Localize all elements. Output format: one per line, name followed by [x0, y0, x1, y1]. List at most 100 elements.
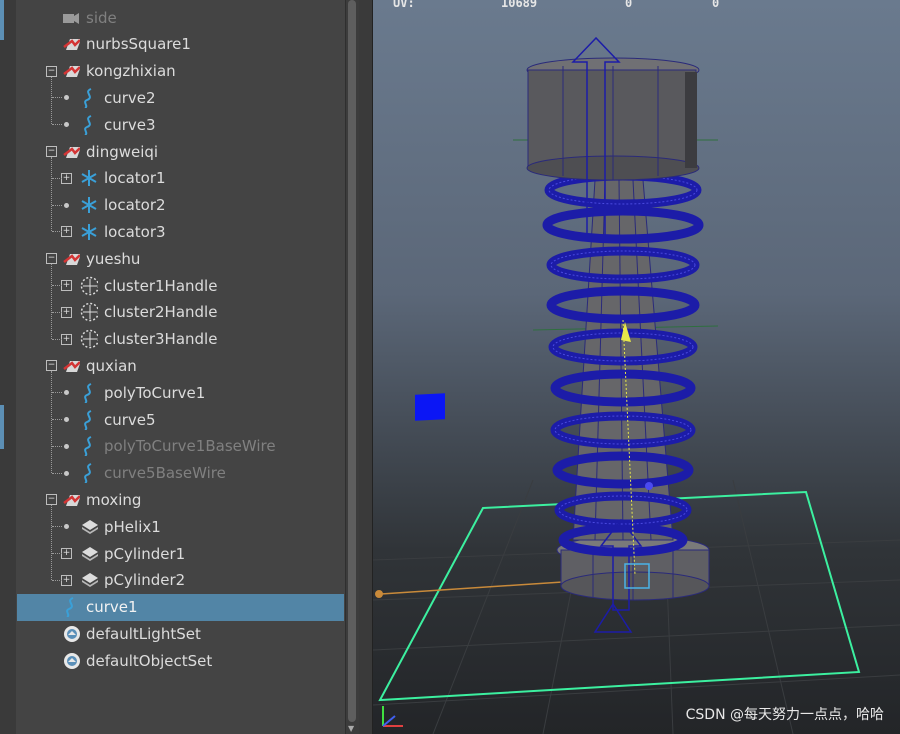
- outliner-item-pcylinder2[interactable]: pCylinder2: [80, 567, 185, 594]
- outliner-item-cluster3handle[interactable]: cluster3Handle: [80, 326, 217, 353]
- outliner-item-curve2[interactable]: curve2: [80, 84, 156, 111]
- set-icon: [62, 625, 80, 643]
- group-transform-icon: [62, 491, 80, 509]
- collapse-toggle-icon[interactable]: −: [46, 360, 57, 372]
- set-icon: [62, 652, 80, 670]
- outliner-item-label: dingweiqi: [86, 142, 159, 161]
- tree-connector: [52, 472, 62, 474]
- outliner-item-nurbssquare1[interactable]: nurbsSquare1: [62, 31, 191, 58]
- left-strip-marker: [0, 405, 4, 449]
- watermark-text: CSDN @每天努力一点点，哈哈: [685, 707, 884, 723]
- screw-head: [526, 57, 700, 181]
- collapse-toggle-icon[interactable]: −: [46, 253, 57, 265]
- collapse-toggle-icon[interactable]: −: [46, 494, 57, 506]
- outliner-item-label: cluster1Handle: [104, 276, 218, 295]
- cluster-handle-icon: [80, 329, 98, 349]
- tree-connector: [51, 264, 52, 339]
- outliner-item-label: curve3: [104, 115, 156, 134]
- outliner-item-phelix1[interactable]: pHelix1: [80, 513, 161, 540]
- outliner-item-label: curve5: [104, 410, 156, 429]
- outliner-item-cluster2handle[interactable]: cluster2Handle: [80, 299, 217, 326]
- outliner-item-label: cluster2Handle: [104, 303, 218, 322]
- outliner-item-yueshu[interactable]: yueshu: [62, 245, 140, 272]
- tree-connector: [52, 285, 62, 286]
- outliner-item-label: defaultObjectSet: [86, 651, 213, 670]
- scroll-down-arrow-icon[interactable]: ▼: [348, 724, 354, 733]
- expand-toggle-icon[interactable]: +: [61, 226, 72, 238]
- outliner-item-label: polyToCurve1: [104, 383, 206, 402]
- outliner-item-label: curve2: [104, 88, 156, 107]
- expand-toggle-icon[interactable]: +: [61, 280, 72, 291]
- outliner-item-curve1[interactable]: curve1: [17, 593, 344, 621]
- curve-icon: [80, 409, 98, 430]
- tree-connector: [52, 445, 62, 447]
- outliner-item-label: curve1: [86, 598, 138, 617]
- mesh-icon: [80, 518, 98, 536]
- outliner-item-label: side: [86, 8, 117, 27]
- outliner-item-curve5basewire[interactable]: curve5BaseWire: [80, 460, 226, 487]
- outliner-item-side[interactable]: side: [62, 4, 117, 31]
- outliner-item-kongzhixian[interactable]: kongzhixian: [62, 58, 176, 85]
- tree-connector: [52, 311, 62, 313]
- outliner-item-cluster1handle[interactable]: cluster1Handle: [80, 272, 217, 299]
- group-transform-icon: [62, 62, 80, 80]
- outliner-item-label: locator1: [104, 169, 166, 188]
- outliner-item-defaultobjectset[interactable]: defaultObjectSet: [62, 647, 212, 674]
- outliner-item-curve3[interactable]: curve3: [80, 111, 156, 138]
- mesh-icon: [80, 545, 98, 563]
- outliner-item-label: locator3: [104, 222, 166, 241]
- outliner-item-pcylinder1[interactable]: pCylinder1: [80, 540, 185, 567]
- outliner-left-strip: [0, 0, 16, 734]
- outliner-item-locator2[interactable]: locator2: [80, 192, 166, 219]
- tree-connector: [52, 419, 62, 420]
- outliner-item-polytocurve1[interactable]: polyToCurve1: [80, 379, 205, 406]
- outliner-item-polytocurve1basewire[interactable]: polyToCurve1BaseWire: [80, 433, 276, 460]
- expand-toggle-icon[interactable]: +: [61, 548, 72, 559]
- left-strip-marker: [0, 0, 4, 40]
- group-transform-icon: [62, 250, 80, 268]
- collapse-toggle-icon[interactable]: −: [46, 65, 57, 77]
- outliner-item-locator1[interactable]: locator1: [80, 165, 166, 192]
- tree-leaf-dot: [64, 390, 69, 396]
- curve-icon: [80, 436, 98, 457]
- tree-connector: [52, 124, 62, 126]
- outliner-item-locator3[interactable]: locator3: [80, 218, 166, 245]
- expand-toggle-icon[interactable]: +: [61, 306, 72, 318]
- outliner-item-label: curve5BaseWire: [104, 464, 226, 483]
- tree-connector: [52, 392, 62, 394]
- outliner-item-defaultlightset[interactable]: defaultLightSet: [62, 620, 201, 647]
- tree-connector: [51, 157, 52, 232]
- tree-leaf-dot: [64, 122, 69, 128]
- group-transform-icon: [62, 35, 80, 53]
- outliner-item-curve5[interactable]: curve5: [80, 406, 156, 433]
- tree-leaf-dot: [64, 524, 69, 530]
- tree-connector: [51, 371, 52, 473]
- group-transform-icon: [62, 143, 80, 161]
- collapse-toggle-icon[interactable]: −: [46, 146, 57, 157]
- tree-connector: [52, 204, 62, 206]
- group-transform-icon: [62, 357, 80, 375]
- cluster-handle-icon: [80, 303, 98, 322]
- outliner-item-label: quxian: [86, 356, 137, 375]
- mesh-icon: [80, 571, 98, 589]
- expand-toggle-icon[interactable]: +: [61, 574, 72, 586]
- outliner-item-label: cluster3Handle: [104, 330, 218, 349]
- cluster-handle-icon: [80, 276, 98, 295]
- viewport-scene: [373, 36, 900, 734]
- panel-divider[interactable]: [359, 0, 373, 734]
- expand-toggle-icon[interactable]: +: [61, 172, 72, 184]
- tree-connector: [52, 579, 62, 581]
- outliner-item-label: kongzhixian: [86, 62, 176, 81]
- outliner-item-moxing[interactable]: moxing: [62, 486, 141, 513]
- tree-connector: [52, 526, 62, 528]
- viewport-3d[interactable]: UV: 10689 0 0: [373, 0, 900, 734]
- outliner-scroll-thumb[interactable]: [348, 0, 356, 722]
- tree-leaf-dot: [64, 443, 69, 449]
- tree-connector: [52, 553, 62, 554]
- outliner-item-dingweiqi[interactable]: dingweiqi: [62, 138, 158, 165]
- outliner-item-label: pHelix1: [104, 517, 161, 536]
- outliner-item-label: yueshu: [86, 249, 141, 268]
- outliner-item-quxian[interactable]: quxian: [62, 352, 137, 379]
- tree-connector: [52, 97, 62, 99]
- expand-toggle-icon[interactable]: +: [61, 333, 72, 345]
